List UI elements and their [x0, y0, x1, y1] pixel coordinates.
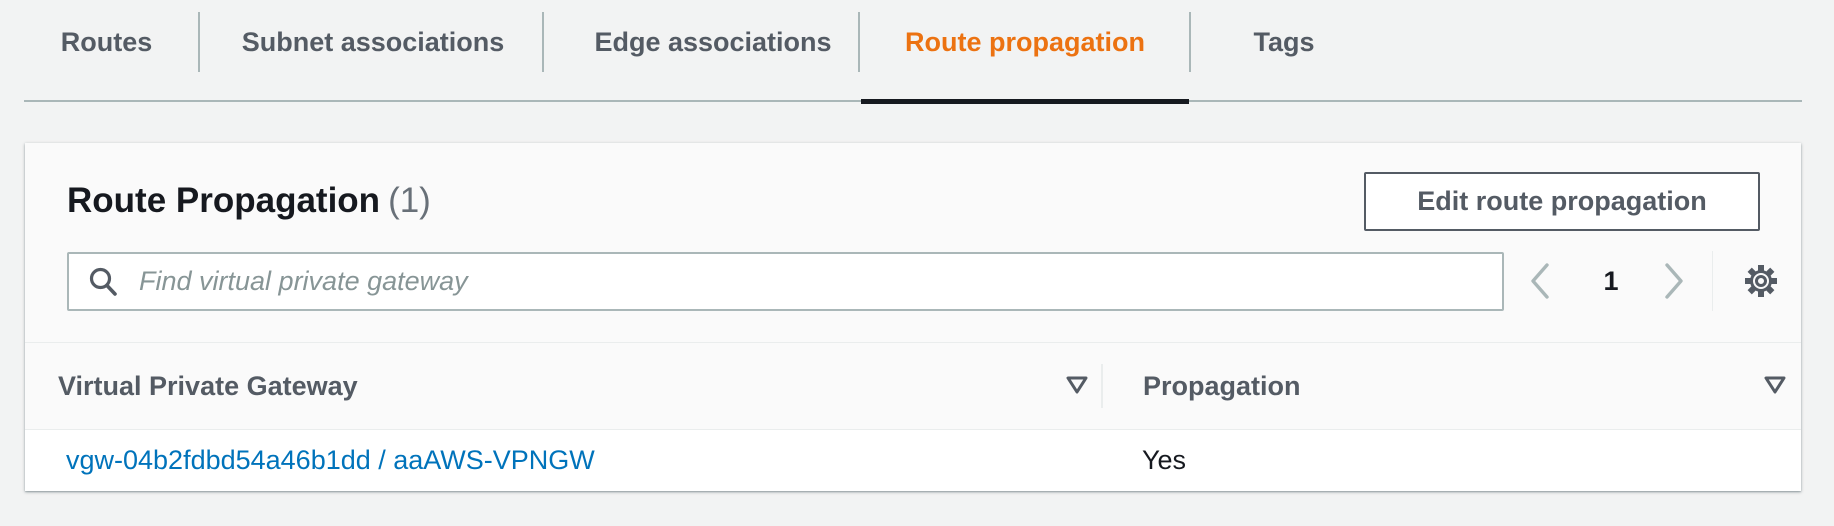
tab-edge-associations[interactable]: Edge associations: [583, 0, 843, 102]
search-input[interactable]: [139, 254, 1502, 309]
pager-divider: [1712, 251, 1713, 311]
sort-caret-icon[interactable]: [1763, 373, 1787, 397]
panel-count: (1): [388, 181, 431, 220]
tab-subnet-associations[interactable]: Subnet associations: [240, 0, 506, 102]
tab-divider: [198, 12, 200, 72]
table-row: vgw-04b2fdbd54a46b1dd / aaAWS-VPNGW Yes: [25, 430, 1801, 491]
table-header: Virtual Private Gateway Propagation: [25, 343, 1801, 430]
tab-tags[interactable]: Tags: [1225, 0, 1343, 102]
gateway-cell: vgw-04b2fdbd54a46b1dd / aaAWS-VPNGW: [66, 430, 595, 491]
gear-icon: [1740, 260, 1782, 302]
gateway-link[interactable]: vgw-04b2fdbd54a46b1dd / aaAWS-VPNGW: [66, 445, 595, 476]
panel-title-text: Route Propagation: [67, 181, 381, 220]
search-box[interactable]: [67, 252, 1504, 311]
tab-divider: [858, 12, 860, 72]
search-icon: [89, 267, 117, 297]
column-divider: [1101, 364, 1103, 408]
route-propagation-panel: Route Propagation (1) Edit route propagat…: [25, 143, 1801, 491]
column-header-virtual-private-gateway[interactable]: Virtual Private Gateway: [58, 343, 358, 430]
panel-title: Route Propagation (1): [67, 181, 431, 221]
sort-caret-icon[interactable]: [1065, 373, 1089, 397]
panel-header: Route Propagation (1) Edit route propagat…: [25, 143, 1801, 343]
next-page-button[interactable]: [1655, 261, 1691, 301]
tab-routes[interactable]: Routes: [54, 0, 159, 102]
column-header-propagation[interactable]: Propagation: [1143, 343, 1301, 430]
tab-divider: [1189, 12, 1191, 72]
edit-route-propagation-button[interactable]: Edit route propagation: [1364, 172, 1760, 231]
tab-divider: [542, 12, 544, 72]
previous-page-button[interactable]: [1523, 261, 1559, 301]
propagation-cell: Yes: [1142, 445, 1187, 475]
chevron-left-icon: [1523, 261, 1559, 301]
tab-bar: Routes Subnet associations Edge associat…: [24, 0, 1802, 104]
preferences-button[interactable]: [1740, 260, 1782, 302]
tab-route-propagation[interactable]: Route propagation: [861, 0, 1189, 104]
current-page-number[interactable]: 1: [1593, 261, 1629, 301]
chevron-right-icon: [1655, 261, 1691, 301]
